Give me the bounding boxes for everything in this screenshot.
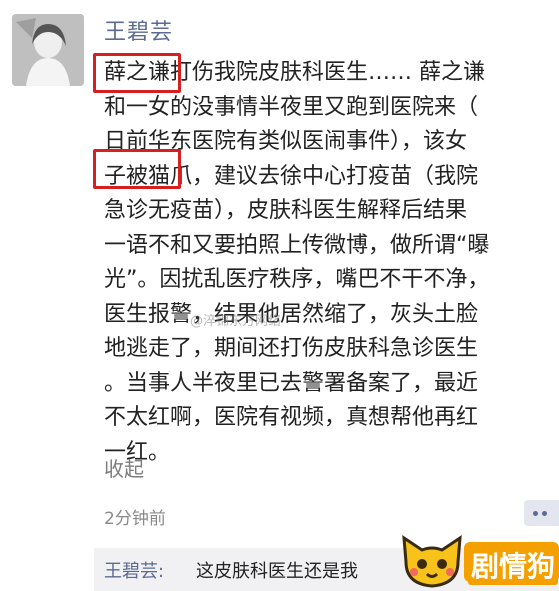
cat-logo-icon: [402, 535, 462, 588]
post-line: 薛之谦打伤我院皮肤科医生…… 薛之谦: [104, 60, 485, 85]
dot-icon: [542, 511, 547, 516]
post-author-name[interactable]: 王碧芸: [104, 14, 173, 46]
avatar-portrait-icon: [12, 14, 84, 86]
post-timestamp: 2分钟前: [104, 509, 166, 529]
comment-text: 这皮肤科医生还是我: [196, 561, 358, 582]
post-body: 薛之谦打伤我院皮肤科医生…… 薛之谦 和一女的没事情半夜里又跑到医院来（ 日前华…: [104, 56, 550, 470]
post-line: 光”。因扰乱医疗秩序，嘴巴不干不净，: [104, 267, 490, 292]
watermark: @淬锦东方网络: [190, 314, 282, 329]
more-actions-button[interactable]: [524, 500, 559, 526]
post-line: 一语不和又要拍照上传微博，做所谓“曝: [104, 232, 490, 258]
post-line: 。当事人半夜里已去警署备案了，最近: [104, 370, 479, 396]
post-line: 不太红啊，医院有视频，真想帮他再红: [104, 405, 479, 430]
post-line: 子被猫爪，建议去徐中心打疫苗（我院: [104, 163, 479, 189]
post-line: 日前华东医院有类似医闹事件），该女: [104, 129, 468, 154]
post-line: 地逃走了，期间还打伤皮肤科急诊医生: [104, 336, 479, 361]
avatar[interactable]: [12, 14, 84, 86]
collapse-link[interactable]: 收起: [104, 453, 144, 482]
post-line: 和一女的没事情半夜里又跑到医院来（: [104, 94, 479, 120]
comment-author-name[interactable]: 王碧芸:: [104, 557, 164, 583]
post-line: 急诊无疫苗），皮肤科医生解释后结果: [104, 198, 468, 223]
dot-icon: [533, 511, 538, 516]
logo-text: 剧情狗: [468, 545, 559, 585]
post-line: 一红。: [104, 439, 171, 465]
post-line: 医生报警，结果他居然缩了，灰头土脸: [104, 301, 479, 327]
moments-post-view: 王碧芸 薛之谦打伤我院皮肤科医生…… 薛之谦 和一女的没事情半夜里又跑到医院来（…: [0, 0, 559, 591]
